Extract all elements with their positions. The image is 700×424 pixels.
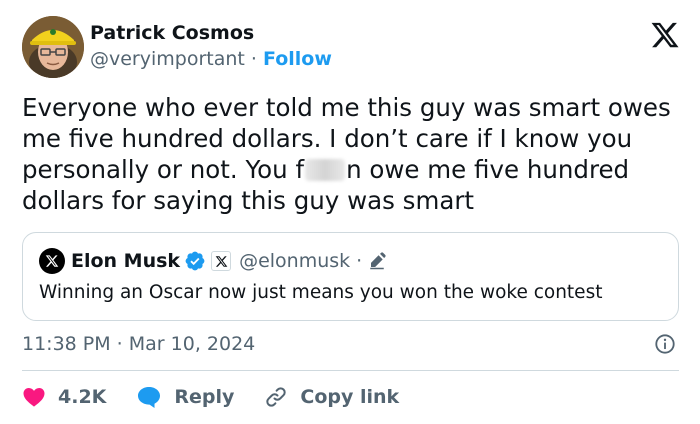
quoted-avatar[interactable] xyxy=(39,248,65,274)
verified-badge-icon xyxy=(185,251,205,271)
quoted-author-name: Elon Musk xyxy=(71,250,181,272)
info-icon[interactable] xyxy=(654,333,676,355)
reply-label: Reply xyxy=(174,386,235,408)
heart-icon xyxy=(23,388,45,407)
copy-link-label: Copy link xyxy=(300,386,400,408)
author-avatar[interactable] xyxy=(22,16,84,78)
tweet-text: Everyone who ever told me this guy was s… xyxy=(22,92,682,216)
quoted-tweet-text: Winning an Oscar now just means you won … xyxy=(39,282,603,303)
tweet-timestamp[interactable]: 11:38 PM · Mar 10, 2024 xyxy=(22,333,255,355)
reply-button[interactable]: Reply xyxy=(136,385,234,409)
censored-word xyxy=(305,159,346,181)
author-handle[interactable]: @veryimportant xyxy=(90,48,245,70)
quoted-tweet[interactable]: Elon Musk @elonmusk · Winning an Oscar n… xyxy=(22,232,679,321)
author-name[interactable]: Patrick Cosmos xyxy=(90,22,254,44)
x-logo-icon[interactable] xyxy=(650,20,680,50)
separator-dot: · xyxy=(250,48,257,70)
quoted-author-handle: @elonmusk xyxy=(239,250,351,272)
reply-bubble-icon xyxy=(138,387,161,408)
x-affiliate-icon xyxy=(211,251,232,271)
author-handle-row: @veryimportant · Follow xyxy=(90,48,332,70)
like-count: 4.2K xyxy=(58,386,107,408)
x-logo-icon xyxy=(45,255,59,267)
quoted-tweet-header: Elon Musk @elonmusk · xyxy=(39,248,386,274)
action-bar: 4.2K Reply Copy link xyxy=(22,383,429,411)
like-button[interactable]: 4.2K xyxy=(22,385,106,409)
copy-link-button[interactable]: Copy link xyxy=(264,385,399,409)
link-icon xyxy=(266,387,287,407)
follow-button[interactable]: Follow xyxy=(263,48,332,70)
pencil-icon xyxy=(370,252,386,270)
separator-dot: · xyxy=(356,250,363,272)
tweet-header: Patrick Cosmos @veryimportant · Follow xyxy=(22,16,682,78)
divider xyxy=(22,370,679,371)
